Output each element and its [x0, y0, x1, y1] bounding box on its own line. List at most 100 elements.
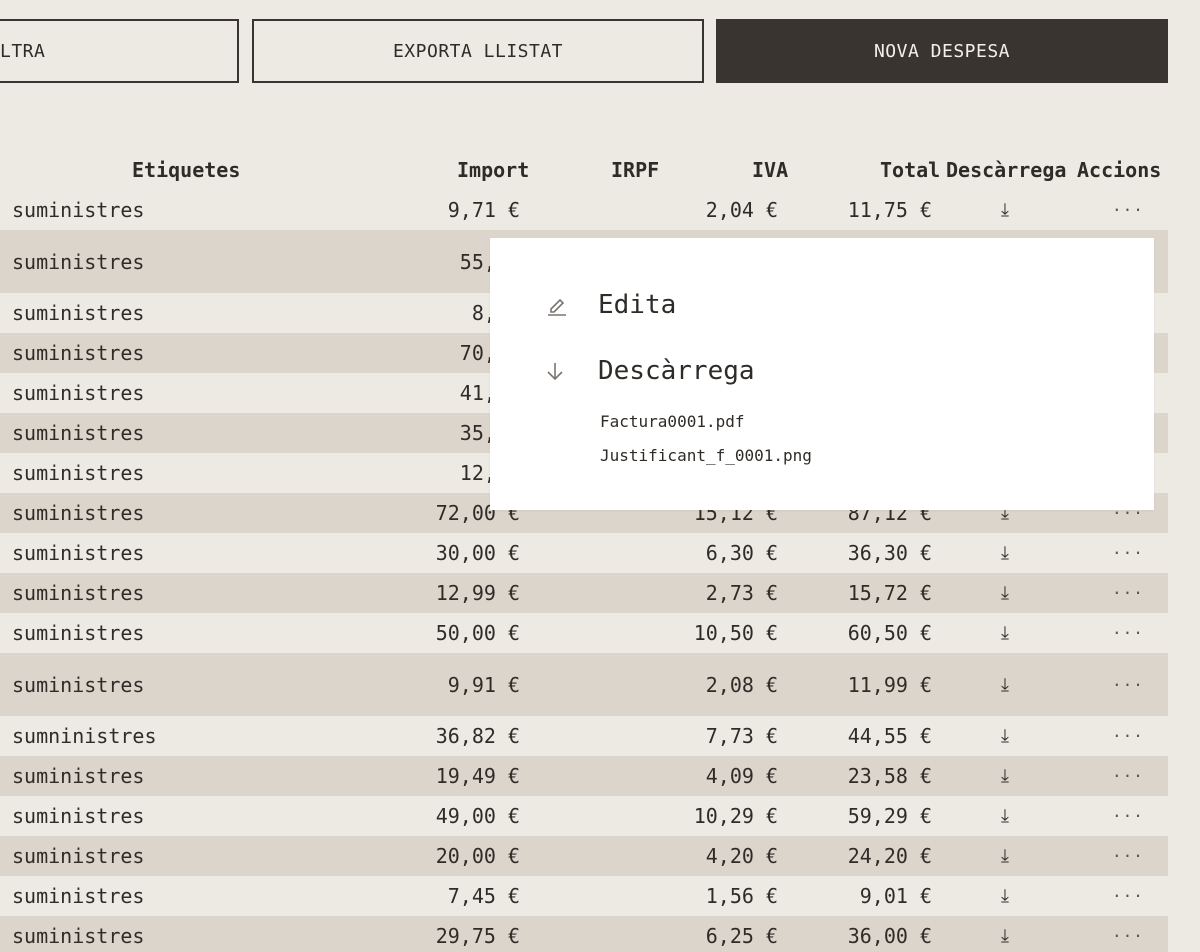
row-tag: suministres: [12, 461, 145, 485]
header-import[interactable]: Import: [457, 158, 529, 182]
header-tags[interactable]: Etiquetes: [132, 158, 240, 182]
row-tag: suministres: [12, 884, 145, 908]
row-total: 60,50 €: [847, 621, 932, 645]
row-import: 36,82 €: [435, 724, 520, 748]
row-iva: 2,08 €: [705, 672, 778, 697]
edit-menu-label: Edita: [598, 290, 677, 320]
row-tag: suministres: [12, 249, 145, 274]
file-link-receipt[interactable]: Justificant_f_0001.png: [600, 446, 812, 465]
row-tag: suministres: [12, 341, 145, 365]
download-icon[interactable]: ⤓: [1001, 543, 1009, 564]
more-actions-icon[interactable]: ···: [1112, 927, 1144, 946]
row-iva: 2,73 €: [705, 581, 778, 605]
row-import: 30,00 €: [435, 541, 520, 565]
table-row[interactable]: suministres 7,45 € 1,56 € 9,01 € ⤓ ···: [0, 876, 1168, 916]
row-tag: suministres: [12, 924, 145, 948]
row-import: 7,45 €: [447, 884, 520, 908]
table-row[interactable]: suministres 49,00 € 10,29 € 59,29 € ⤓ ···: [0, 796, 1168, 836]
download-icon[interactable]: ⤓: [1001, 766, 1009, 787]
row-iva: 1,56 €: [705, 884, 778, 908]
row-total: 15,72 €: [847, 581, 932, 605]
export-list-button[interactable]: EXPORTA LLISTAT: [252, 19, 704, 83]
row-import: 9,71 €: [447, 198, 520, 222]
new-expense-button[interactable]: NOVA DESPESA: [716, 19, 1168, 83]
row-tag: suministres: [12, 621, 145, 645]
row-import: 19,49 €: [435, 764, 520, 788]
download-icon[interactable]: ⤓: [1001, 726, 1009, 747]
table-row[interactable]: suministres 29,75 € 6,25 € 36,00 € ⤓ ···: [0, 916, 1168, 952]
row-iva: 10,50 €: [693, 621, 778, 645]
pencil-icon: [544, 292, 570, 318]
table-row[interactable]: suministres 9,91 € 2,08 € 11,99 € ⤓ ···: [0, 653, 1168, 716]
row-tag: suministres: [12, 804, 145, 828]
table-row[interactable]: suministres 12,99 € 2,73 € 15,72 € ⤓ ···: [0, 573, 1168, 613]
row-import: 50,00 €: [435, 621, 520, 645]
row-total: 36,00 €: [847, 924, 932, 948]
more-actions-icon[interactable]: ···: [1112, 624, 1144, 643]
table-row[interactable]: sumninistres 36,82 € 7,73 € 44,55 € ⤓ ···: [0, 716, 1168, 756]
row-import: 9,91 €: [447, 672, 520, 697]
download-icon[interactable]: ⤓: [1001, 806, 1009, 827]
export-list-button-label: EXPORTA LLISTAT: [392, 40, 564, 62]
table-row[interactable]: suministres 50,00 € 10,50 € 60,50 € ⤓ ···: [0, 613, 1168, 653]
row-tag: suministres: [12, 198, 145, 222]
more-actions-icon[interactable]: ···: [1112, 847, 1144, 866]
download-icon[interactable]: ⤓: [1001, 583, 1009, 604]
download-icon[interactable]: ⤓: [1001, 846, 1009, 867]
row-import: 20,00 €: [435, 844, 520, 868]
table-row[interactable]: suministres 9,71 € 2,04 € 11,75 € ⤓ ···: [0, 190, 1168, 230]
arrow-down-icon: [542, 358, 568, 384]
header-iva[interactable]: IVA: [752, 158, 788, 182]
expenses-page: LTRA EXPORTA LLISTAT NOVA DESPESA Etique…: [0, 0, 1200, 952]
row-tag: suministres: [12, 672, 145, 697]
row-tag: suministres: [12, 844, 145, 868]
filter-button-label: LTRA: [0, 40, 46, 62]
row-total: 9,01 €: [859, 884, 932, 908]
row-total: 23,58 €: [847, 764, 932, 788]
download-menu-label: Descàrrega: [598, 356, 755, 386]
more-actions-icon[interactable]: ···: [1112, 767, 1144, 786]
row-actions-menu: Edita Descàrrega Factura0001.pdf Justifi…: [490, 238, 1154, 510]
download-icon[interactable]: ⤓: [1001, 926, 1009, 947]
more-actions-icon[interactable]: ···: [1112, 201, 1144, 220]
table-row[interactable]: suministres 30,00 € 6,30 € 36,30 € ⤓ ···: [0, 533, 1168, 573]
row-iva: 6,30 €: [705, 541, 778, 565]
row-iva: 2,04 €: [705, 198, 778, 222]
row-total: 36,30 €: [847, 541, 932, 565]
more-actions-icon[interactable]: ···: [1112, 675, 1144, 694]
file-link-invoice[interactable]: Factura0001.pdf: [600, 412, 745, 431]
table-row[interactable]: suministres 19,49 € 4,09 € 23,58 € ⤓ ···: [0, 756, 1168, 796]
edit-menu-item[interactable]: Edita: [544, 290, 676, 320]
more-actions-icon[interactable]: ···: [1112, 584, 1144, 603]
row-tag: suministres: [12, 541, 145, 565]
row-import: 29,75 €: [435, 924, 520, 948]
table-row[interactable]: suministres 20,00 € 4,20 € 24,20 € ⤓ ···: [0, 836, 1168, 876]
download-menu-item[interactable]: Descàrrega: [542, 356, 755, 386]
row-total: 59,29 €: [847, 804, 932, 828]
header-total[interactable]: Total: [880, 158, 940, 182]
row-iva: 10,29 €: [693, 804, 778, 828]
row-iva: 7,73 €: [705, 724, 778, 748]
row-tag: sumninistres: [12, 724, 157, 748]
row-total: 11,99 €: [847, 672, 932, 697]
row-tag: suministres: [12, 581, 145, 605]
row-tag: suministres: [12, 421, 145, 445]
row-tag: suministres: [12, 381, 145, 405]
download-icon[interactable]: ⤓: [1001, 623, 1009, 644]
row-tag: suministres: [12, 764, 145, 788]
download-icon[interactable]: ⤓: [1001, 674, 1009, 695]
row-import: 49,00 €: [435, 804, 520, 828]
header-irpf[interactable]: IRPF: [611, 158, 659, 182]
more-actions-icon[interactable]: ···: [1112, 807, 1144, 826]
row-tag: suministres: [12, 301, 145, 325]
more-actions-icon[interactable]: ···: [1112, 727, 1144, 746]
new-expense-button-label: NOVA DESPESA: [873, 40, 1011, 62]
download-icon[interactable]: ⤓: [1001, 886, 1009, 907]
download-icon[interactable]: ⤓: [1001, 200, 1009, 221]
row-total: 44,55 €: [847, 724, 932, 748]
more-actions-icon[interactable]: ···: [1112, 544, 1144, 563]
row-total: 24,20 €: [847, 844, 932, 868]
row-import: 12,99 €: [435, 581, 520, 605]
more-actions-icon[interactable]: ···: [1112, 887, 1144, 906]
filter-button[interactable]: LTRA: [0, 19, 239, 83]
